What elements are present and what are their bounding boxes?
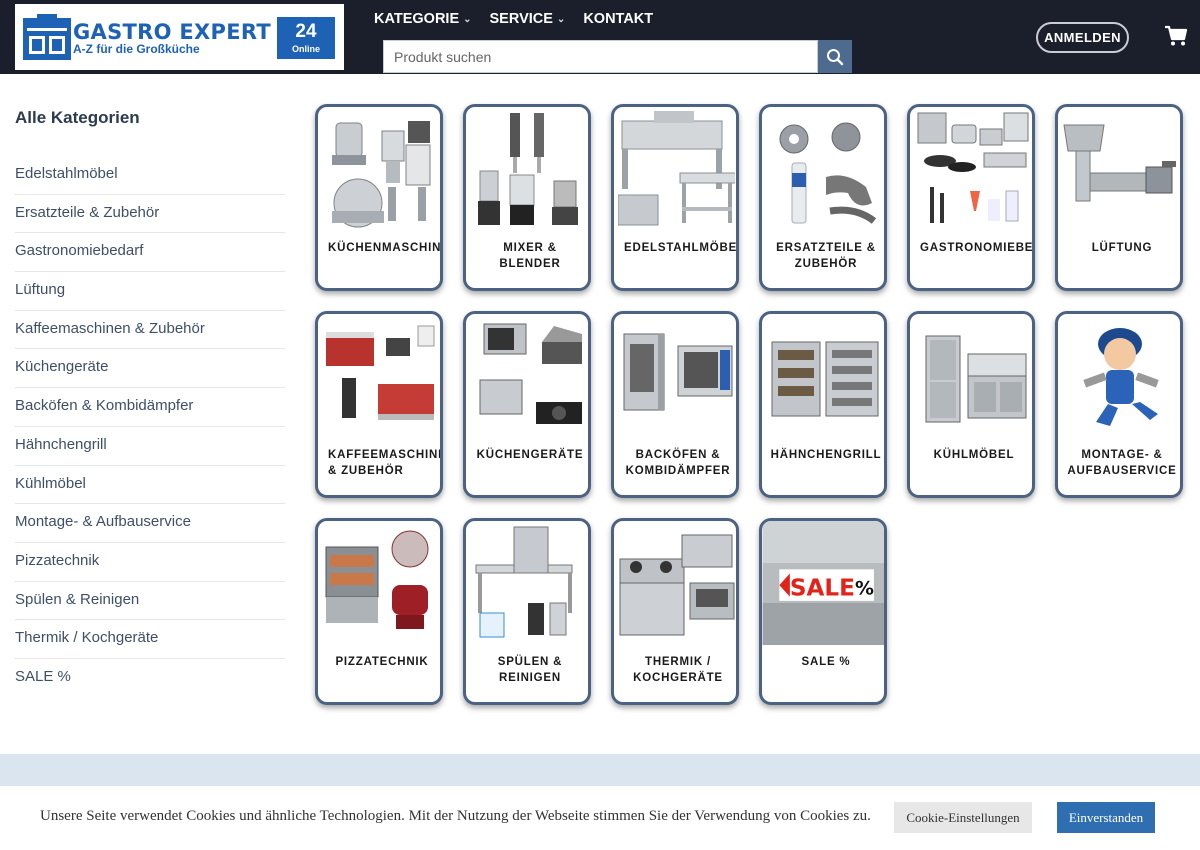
cart-icon (1165, 25, 1188, 46)
logo-badge-text: Online (291, 44, 320, 54)
category-card-kaffeemaschinen[interactable]: KAFFEEMASCHINEN & ZUBEHÖR (315, 311, 443, 498)
sidebar-item-backoefen[interactable]: Backöfen & Kombidämpfer (15, 388, 285, 427)
food-processor-icon (332, 121, 431, 228)
category-card-montage[interactable]: MONTAGE- & AUFBAUSERVICE (1055, 311, 1183, 498)
category-card-thermik[interactable]: THERMIK / KOCHGERÄTE (611, 518, 739, 705)
sidebar-item-gastronomiebedarf[interactable]: Gastronomiebedarf (15, 233, 285, 273)
sale-image-text: SALE (790, 576, 855, 602)
cookie-text: Unsere Seite verwendet Cookies und ähnli… (40, 808, 871, 824)
chevron-down-icon: ⌄ (463, 13, 472, 25)
category-label: PIZZATECHNIK (335, 656, 429, 668)
category-card-gastronomiebedarf[interactable]: GASTRONOMIEBEDARF (907, 104, 1035, 291)
category-card-ersatzteile[interactable]: ERSATZTEILE & ZUBEHÖR (759, 104, 887, 291)
pizza-oven-icon (325, 530, 429, 629)
logo-badge-number: 24 (295, 21, 317, 42)
logo-mark-icon (23, 14, 71, 60)
cart-button[interactable] (1164, 25, 1188, 52)
category-card-lueftung[interactable]: LÜFTUNG (1055, 104, 1183, 291)
sidebar-list: Edelstahlmöbel Ersatzteile & Zubehör Gas… (15, 156, 285, 698)
sidebar-item-lueftung[interactable]: Lüftung (15, 272, 285, 311)
main-nav: KATEGORIE ⌄ SERVICE ⌄ KONTAKT (374, 11, 653, 27)
nav-label: KONTAKT (583, 11, 654, 27)
kitchenware-icon (917, 112, 1029, 223)
svg-text:%: % (855, 578, 874, 600)
category-card-spuelen[interactable]: SPÜLEN & REINIGEN (463, 518, 591, 705)
category-label: MONTAGE- & AUFBAUSERVICE (1067, 449, 1177, 477)
nav-kategorie[interactable]: KATEGORIE ⌄ (374, 11, 472, 27)
sidebar-item-spuelen[interactable]: Spülen & Reinigen (15, 582, 285, 621)
login-button[interactable]: ANMELDEN (1036, 22, 1129, 53)
cookie-accept-button[interactable]: Einverstanden (1057, 802, 1155, 833)
category-sidebar: Alle Kategorien Edelstahlmöbel Ersatztei… (15, 108, 285, 698)
sidebar-item-montage[interactable]: Montage- & Aufbauservice (15, 504, 285, 543)
category-label: ERSATZTEILE & ZUBEHÖR (776, 242, 876, 270)
search-icon (827, 48, 844, 65)
category-label: MIXER & BLENDER (499, 242, 561, 270)
category-label: HÄHNCHENGRILL (770, 449, 882, 461)
logo-wordmark: GASTRO EXPERT (73, 20, 271, 44)
cookie-banner: Unsere Seite verwendet Cookies und ähnli… (0, 786, 1200, 850)
sidebar-item-thermik[interactable]: Thermik / Kochgeräte (15, 620, 285, 659)
category-card-kuehlmoebel[interactable]: KÜHLMÖBEL (907, 311, 1035, 498)
sidebar-item-sale[interactable]: SALE % (15, 659, 285, 698)
category-label: EDELSTAHLMÖBEL (624, 242, 739, 254)
category-label: LÜFTUNG (1091, 242, 1153, 254)
category-label: KAFFEEMASCHINEN & ZUBEHÖR (328, 449, 443, 477)
category-card-edelstahlmoebel[interactable]: EDELSTAHLMÖBEL (611, 104, 739, 291)
category-card-kuechengeraete[interactable]: KÜCHENGERÄTE (463, 311, 591, 498)
category-card-pizzatechnik[interactable]: PIZZATECHNIK (315, 518, 443, 705)
sidebar-title: Alle Kategorien (15, 108, 140, 127)
site-header: GASTRO EXPERT A-Z für die Großküche 24 O… (0, 0, 1200, 74)
sidebar-item-kuehlmoebel[interactable]: Kühlmöbel (15, 466, 285, 505)
nav-service[interactable]: SERVICE ⌄ (490, 11, 566, 27)
category-label: KÜCHENMASCHINEN (328, 242, 442, 254)
search-button[interactable] (818, 40, 852, 73)
cookie-settings-button[interactable]: Cookie-Einstellungen (894, 802, 1032, 833)
stove-icon (619, 534, 735, 636)
sidebar-item-ersatzteile[interactable]: Ersatzteile & Zubehör (15, 195, 285, 234)
category-card-backoefen[interactable]: BACKÖFEN & KOMBIDÄMPFER (611, 311, 739, 498)
category-card-sale[interactable]: SALE % SALE % (759, 518, 887, 705)
ventilation-icon (1063, 124, 1176, 202)
nav-label: SERVICE (489, 11, 553, 27)
sidebar-item-haehnchengrill[interactable]: Hähnchengrill (15, 427, 285, 466)
category-card-mixer[interactable]: MIXER & BLENDER (463, 104, 591, 291)
rotisserie-icon (771, 341, 879, 417)
kitchen-appliance-icon (479, 323, 582, 424)
sidebar-item-kaffeemaschinen[interactable]: Kaffeemaschinen & Zubehör (15, 311, 285, 350)
sidebar-item-edelstahlmoebel[interactable]: Edelstahlmöbel (15, 156, 285, 195)
category-label: KÜHLMÖBEL (933, 449, 1015, 461)
blender-icon (478, 113, 578, 225)
search-input[interactable] (383, 40, 818, 73)
steel-furniture-icon (618, 111, 735, 226)
spare-parts-icon (779, 122, 877, 224)
dishwasher-icon (475, 526, 573, 638)
logo-badge: 24 Online (277, 17, 335, 59)
logo-tagline: A-Z für die Großküche (73, 42, 200, 56)
category-label: KÜCHENGERÄTE (476, 449, 584, 461)
sidebar-item-pizzatechnik[interactable]: Pizzatechnik (15, 543, 285, 582)
category-card-haehnchengrill[interactable]: HÄHNCHENGRILL (759, 311, 887, 498)
refrigerator-icon (925, 335, 1027, 423)
category-label: SPÜLEN & REINIGEN (497, 656, 563, 684)
category-label: SALE % (801, 656, 851, 668)
category-card-kuechenmaschinen[interactable]: KÜCHENMASCHINEN (315, 104, 443, 291)
search-bar (383, 40, 852, 73)
nav-kontakt[interactable]: KONTAKT (583, 11, 653, 27)
nav-label: KATEGORIE (374, 11, 460, 27)
oven-icon (623, 333, 733, 411)
category-label: THERMIK / KOCHGERÄTE (633, 656, 723, 684)
sale-banner-icon: SALE % (762, 521, 884, 645)
sidebar-item-kuechengeraete[interactable]: Küchengeräte (15, 349, 285, 389)
category-label: BACKÖFEN & KOMBIDÄMPFER (625, 449, 731, 477)
chevron-down-icon: ⌄ (556, 13, 566, 25)
mechanic-mascot-icon (1083, 328, 1159, 426)
coffee-machine-icon (326, 325, 435, 420)
site-logo[interactable]: GASTRO EXPERT A-Z für die Großküche 24 O… (15, 4, 344, 70)
category-label: GASTRONOMIEBEDARF (920, 242, 1034, 254)
